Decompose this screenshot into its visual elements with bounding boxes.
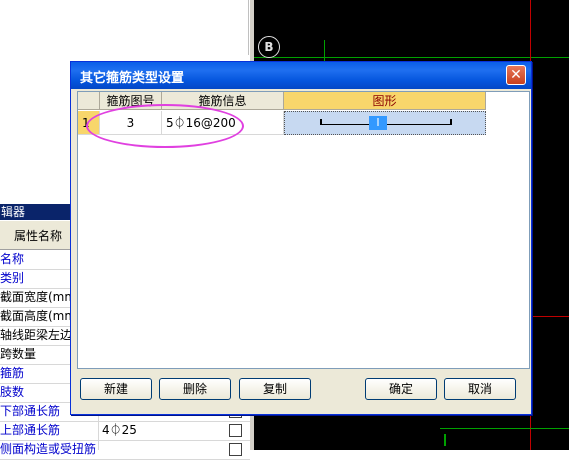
delete-button[interactable]: 删除 (159, 378, 231, 400)
axis-b-label: B (258, 36, 280, 58)
green-gridline (254, 57, 569, 58)
column-header-shape[interactable]: 图形 (284, 92, 486, 110)
property-name: 上部通长筋 (0, 423, 61, 437)
column-header-info[interactable]: 箍筋信息 (162, 92, 284, 110)
new-button[interactable]: 新建 (80, 378, 152, 400)
stirrup-grid[interactable]: 箍筋图号 箍筋信息 图形 1 3 5⏀16@200 I (77, 91, 530, 369)
property-name-header: 属性名称 (14, 229, 63, 243)
cell-stirrup-info[interactable]: 5⏀16@200 (162, 111, 284, 135)
copy-button[interactable]: 复制 (239, 378, 311, 400)
row-header-corner (78, 92, 100, 110)
ok-button[interactable]: 确定 (365, 378, 437, 400)
text-cursor: I (369, 116, 387, 130)
cell-figure-no[interactable]: 3 (100, 111, 162, 135)
property-checkbox[interactable] (229, 424, 242, 437)
property-value[interactable]: 4⏀25 (102, 421, 222, 440)
red-axis-line-h (530, 316, 569, 317)
shape-hook-right (450, 119, 452, 125)
green-tick-bottom (444, 434, 446, 446)
row-number[interactable]: 1 (78, 111, 100, 135)
panel-divider (248, 0, 249, 55)
property-row[interactable]: 侧面构造或受扭筋 (0, 440, 250, 460)
close-button[interactable]: ✕ (506, 65, 526, 85)
dialog-titlebar[interactable]: 其它箍筋类型设置 ✕ (71, 62, 531, 89)
cancel-button[interactable]: 取消 (444, 378, 516, 400)
green-gridline-bottom (440, 428, 569, 429)
cell-shape[interactable]: I (284, 111, 486, 135)
dialog-title: 其它箍筋类型设置 (80, 71, 185, 86)
stirrup-type-dialog: 其它箍筋类型设置 ✕ 箍筋图号 箍筋信息 图形 1 3 5⏀16@200 I 新… (70, 61, 532, 415)
column-header-figure-no[interactable]: 箍筋图号 (100, 92, 162, 110)
property-row[interactable]: 上部通长筋 4⏀25 (0, 421, 250, 441)
